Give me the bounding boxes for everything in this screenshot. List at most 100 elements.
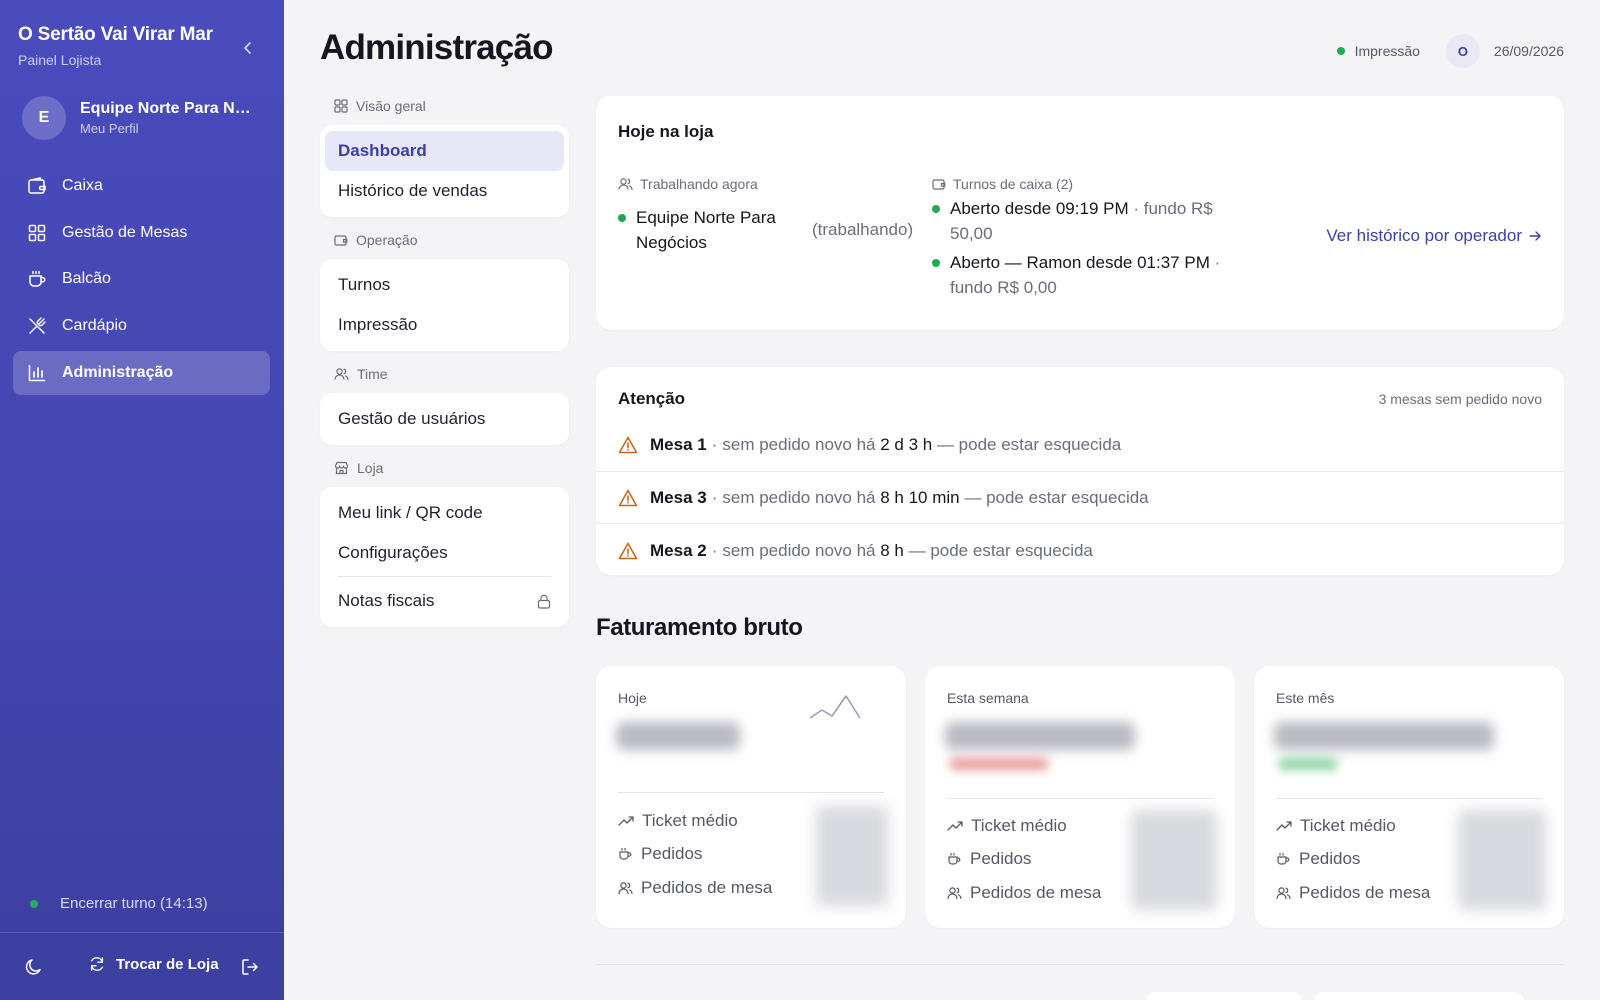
subnav-item-configuracoes[interactable]: Configurações (325, 533, 564, 573)
end-shift-button[interactable]: Encerrar turno (14:13) (30, 895, 208, 912)
metric-pedidos-de-mesa: Pedidos de mesa (947, 876, 1101, 910)
bottom-control[interactable] (1146, 992, 1302, 1000)
attention-title: Atenção (618, 389, 686, 408)
refresh-icon (90, 957, 104, 971)
shifts-label: Turnos de caixa (2) (932, 176, 1232, 192)
sidebar-item-label: Balcão (62, 270, 111, 288)
subnav-group-time: Gestão de usuários (320, 393, 569, 445)
attention-card: Atenção 3 mesas sem pedido novo Mesa 1 ·… (596, 367, 1564, 575)
logout-icon (242, 959, 258, 975)
trending-up-icon (1276, 821, 1292, 831)
metric-values-hidden (1458, 810, 1546, 910)
users-icon (947, 887, 962, 899)
subnav-item-dashboard[interactable]: Dashboard (325, 131, 564, 171)
operator-history-link[interactable]: Ver histórico por operador (1326, 226, 1542, 246)
revenue-card-week[interactable]: Esta semana Ticket médio Pedidos Pedidos… (925, 666, 1235, 928)
subnav-item-meu-link-qr-code[interactable]: Meu link / QR code (325, 493, 564, 533)
operator-history-label: Ver histórico por operador (1326, 226, 1522, 245)
profile-name: Equipe Norte Para Negócios (80, 100, 258, 117)
sidebar-item-balcao[interactable]: Balcão (13, 257, 270, 301)
warning-icon (618, 436, 638, 454)
today-card: Hoje na loja Trabalhando agora Equipe No… (596, 96, 1564, 330)
switch-store-button[interactable]: Trocar de Loja (88, 955, 219, 973)
subnav-item-gestao-de-usuarios[interactable]: Gestão de usuários (325, 399, 564, 439)
shift-row: Aberto desde 09:19 PM · fundo R$ 50,00 (932, 196, 1232, 246)
subnav-item-notas-fiscais[interactable]: Notas fiscais (325, 581, 564, 621)
metric-pedidos: Pedidos (618, 838, 772, 872)
alert-table: Mesa 3 (650, 487, 707, 507)
metric-label: Pedidos (641, 844, 703, 864)
metric-ticket-medio: Ticket médio (618, 804, 772, 838)
separator: · (711, 540, 718, 560)
logout-button[interactable] (240, 957, 260, 977)
wallet-icon (932, 179, 946, 190)
alert-prefix: sem pedido novo há (722, 434, 876, 454)
status-dot (932, 258, 940, 267)
users-icon (334, 368, 349, 381)
subnav-item-impressao[interactable]: Impressão (325, 305, 564, 345)
sidebar-item-label: Administração (62, 363, 174, 381)
alert-suffix: — pode estar esquecida (964, 487, 1149, 507)
alert-list: Mesa 1 · sem pedido novo há 2 d 3 h — po… (596, 419, 1564, 575)
section-label: Operação (356, 232, 418, 248)
sidebar-item-gestao-de-mesas[interactable]: Gestão de Mesas (13, 211, 270, 255)
wallet-icon (28, 177, 46, 194)
metric-label: Pedidos de mesa (970, 882, 1102, 902)
revenue-card-month[interactable]: Este mês Ticket médio Pedidos Pedidos de… (1254, 666, 1564, 928)
profile-link[interactable]: E Equipe Norte Para Negócios Meu Perfil (22, 96, 266, 140)
metric-pedidos-de-mesa: Pedidos de mesa (618, 871, 772, 905)
current-date: 26/09/2026 (1493, 43, 1564, 59)
coffee-cup-icon (619, 848, 632, 860)
working-now: Trabalhando agora Equipe Norte Para Negó… (618, 176, 918, 255)
alert-row[interactable]: Mesa 3 · sem pedido novo há 8 h 10 min —… (596, 472, 1564, 525)
trending-up-icon (947, 821, 963, 831)
warning-icon (618, 489, 638, 506)
metrics-list: Ticket médio Pedidos Pedidos de mesa (1276, 809, 1430, 910)
alert-row[interactable]: Mesa 1 · sem pedido novo há 2 d 3 h — po… (596, 419, 1564, 472)
alert-duration: 8 h 10 min (880, 487, 960, 507)
metric-label: Ticket médio (1300, 815, 1396, 835)
user-avatar[interactable]: O (1445, 34, 1480, 68)
sidebar-item-label: Gestão de Mesas (62, 223, 188, 241)
alert-table: Mesa 2 (650, 540, 707, 560)
layout-icon (334, 99, 348, 113)
section-divider (596, 964, 1564, 965)
sidebar-item-cardapio[interactable]: Cardápio (13, 304, 270, 348)
revenue-card-today[interactable]: Hoje Ticket médio Pedidos Pedidos de mes… (596, 666, 906, 928)
subnav-item-historico-de-vendas[interactable]: Histórico de vendas (325, 171, 564, 211)
moon-icon (25, 959, 41, 975)
header-status-bar: Impressão O 26/09/2026 (1336, 34, 1564, 68)
revenue-value-hidden (945, 722, 1135, 750)
print-status[interactable]: Impressão (1336, 43, 1420, 59)
status-dot (618, 213, 626, 222)
section-operacao: Operação (334, 230, 569, 250)
subnav-group-loja: Meu link / QR code Configurações Notas f… (320, 487, 569, 627)
today-title: Hoje na loja (618, 122, 714, 141)
shift-row: Aberto — Ramon desde 01:37 PM · fundo R$… (932, 250, 1232, 300)
grid-icon (28, 224, 46, 241)
collapse-sidebar-button[interactable] (240, 40, 256, 56)
working-label: Trabalhando agora (618, 176, 918, 192)
arrow-right-icon (1529, 231, 1541, 241)
subnav-item-turnos[interactable]: Turnos (325, 265, 564, 305)
coffee-cup-icon (29, 271, 46, 288)
theme-toggle-button[interactable] (24, 957, 44, 977)
alert-suffix: — pode estar esquecida (936, 434, 1122, 454)
sidebar: O Sertão Vai Virar Mar Painel Lojista E … (0, 0, 284, 1000)
revenue-title: Faturamento bruto (596, 614, 803, 641)
alert-prefix: sem pedido novo há (722, 487, 876, 507)
sidebar-item-label: Caixa (62, 177, 103, 194)
bottom-control[interactable] (1314, 992, 1524, 1000)
alert-row[interactable]: Mesa 2 · sem pedido novo há 8 h — pode e… (596, 524, 1564, 575)
avatar: E (22, 96, 66, 140)
store-icon (334, 461, 349, 475)
divider (338, 576, 551, 577)
sidebar-item-administracao[interactable]: Administração (13, 350, 270, 395)
sidebar-item-caixa[interactable]: Caixa (13, 164, 270, 208)
brand: O Sertão Vai Virar Mar Painel Lojista (18, 24, 268, 68)
subnav-group-visao-geral: Dashboard Histórico de vendas (320, 125, 569, 217)
sidebar-item-label: Cardápio (62, 317, 127, 335)
metrics-list: Ticket médio Pedidos Pedidos de mesa (947, 809, 1101, 910)
divider (947, 798, 1213, 799)
divider (618, 792, 884, 793)
